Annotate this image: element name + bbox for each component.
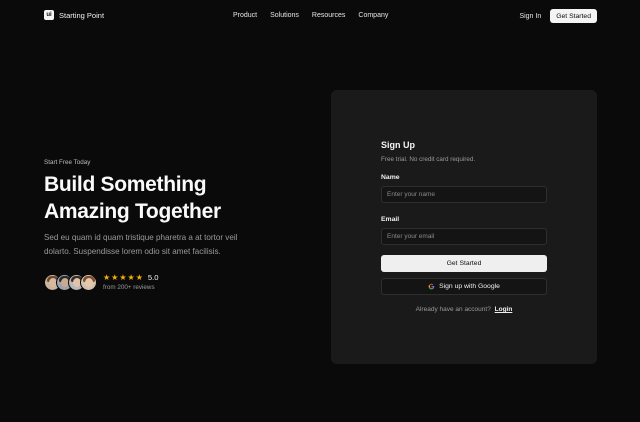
name-input[interactable] xyxy=(381,186,547,203)
name-label: Name xyxy=(381,174,400,181)
get-started-button[interactable]: Get Started xyxy=(550,9,597,23)
login-prompt: Already have an account? xyxy=(415,306,491,313)
login-row: Already have an account? Login xyxy=(381,306,547,313)
brand[interactable]: ui Starting Point xyxy=(44,10,104,20)
top-nav: ui Starting Point Product Solutions Reso… xyxy=(0,0,640,32)
star-icon: ★ xyxy=(135,272,143,282)
submit-button[interactable]: Get Started xyxy=(381,255,547,272)
form-title: Sign Up xyxy=(381,140,415,150)
hero: Start Free Today Build Something Amazing… xyxy=(44,159,274,291)
google-signup-button[interactable]: Sign up with Google xyxy=(381,278,547,295)
brand-name: Starting Point xyxy=(59,10,105,20)
sign-in-link[interactable]: Sign In xyxy=(519,13,541,20)
signup-card: Sign Up Free trial. No credit card requi… xyxy=(331,90,597,364)
main-nav: Product Solutions Resources Company xyxy=(233,12,388,19)
login-link[interactable]: Login xyxy=(495,306,513,313)
page: ui Starting Point Product Solutions Reso… xyxy=(0,0,640,422)
social-proof: ★ ★ ★ ★ ★ 5.0 from 200+ reviews xyxy=(44,273,274,291)
star-icon: ★ xyxy=(103,272,111,282)
star-rating: ★ ★ ★ ★ ★ xyxy=(103,272,143,282)
hero-subtext: Sed eu quam id quam tristique pharetra a… xyxy=(44,233,238,256)
headline-line-2: Amazing Together xyxy=(44,200,221,223)
star-icon: ★ xyxy=(111,272,119,282)
nav-item-product[interactable]: Product xyxy=(233,12,257,19)
review-count: from 200+ reviews xyxy=(103,284,155,291)
google-icon xyxy=(428,283,435,290)
nav-item-resources[interactable]: Resources xyxy=(312,12,345,19)
nav-item-company[interactable]: Company xyxy=(358,12,388,19)
star-icon: ★ xyxy=(127,272,135,282)
signup-form: Sign Up Free trial. No credit card requi… xyxy=(381,140,547,313)
avatar-group xyxy=(44,273,97,291)
header-actions: Sign In Get Started xyxy=(519,9,597,23)
hero-eyebrow: Start Free Today xyxy=(44,159,91,166)
star-icon: ★ xyxy=(119,272,127,282)
email-input[interactable] xyxy=(381,228,547,245)
nav-item-solutions[interactable]: Solutions xyxy=(270,12,299,19)
google-button-label: Sign up with Google xyxy=(439,283,500,290)
form-subtitle: Free trial. No credit card required. xyxy=(381,156,476,163)
logo-icon: ui xyxy=(44,10,54,20)
avatar xyxy=(80,273,97,291)
rating: ★ ★ ★ ★ ★ 5.0 from 200+ reviews xyxy=(103,273,158,291)
rating-score: 5.0 xyxy=(147,273,159,282)
headline-line-1: Build Something xyxy=(44,173,207,196)
hero-headline: Build Something Amazing Together xyxy=(44,171,274,225)
email-label: Email xyxy=(381,216,400,223)
